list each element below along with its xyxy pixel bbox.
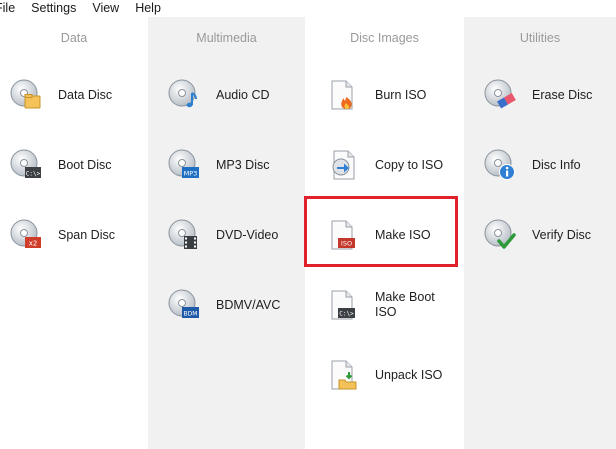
- disc-info-icon: [484, 149, 516, 181]
- bdmv-avc-button[interactable]: BDM BDMV/AVC: [168, 285, 280, 325]
- verify-disc-icon: [484, 219, 516, 251]
- boot-disc-label: Boot Disc: [58, 157, 112, 172]
- menu-help[interactable]: Help: [127, 0, 169, 17]
- copy-to-iso-label: Copy to ISO: [375, 157, 444, 172]
- svg-text:C:\>: C:\>: [26, 171, 41, 178]
- verify-disc-label: Verify Disc: [532, 227, 592, 242]
- multimedia-column-title: Multimedia: [196, 31, 257, 45]
- unpack-iso-button[interactable]: Unpack ISO: [327, 355, 442, 395]
- disc-info-button[interactable]: Disc Info: [484, 145, 581, 185]
- menu-file[interactable]: File: [0, 0, 23, 17]
- make-boot-iso-label: Make Boot ISO: [375, 290, 435, 319]
- copy-to-iso-icon: [327, 149, 359, 181]
- menu-settings[interactable]: Settings: [23, 0, 84, 17]
- disc-info-label: Disc Info: [532, 157, 581, 172]
- dvd-video-button[interactable]: DVD-Video: [168, 215, 278, 255]
- boot-disc-button[interactable]: C:\> Boot Disc: [10, 145, 112, 185]
- burn-iso-button[interactable]: Burn ISO: [327, 75, 426, 115]
- dvd-video-label: DVD-Video: [216, 227, 279, 242]
- span-disc-icon: x2: [10, 219, 42, 251]
- audio-cd-button[interactable]: Audio CD: [168, 75, 270, 115]
- data-column: Data Data Disc C:\> Boot Disc x2 Span Di…: [0, 17, 148, 449]
- make-boot-iso-button[interactable]: C:\> Make Boot ISO: [327, 285, 445, 325]
- bdmv-avc-label: BDMV/AVC: [216, 297, 281, 312]
- unpack-iso-label: Unpack ISO: [375, 367, 443, 382]
- verify-disc-button[interactable]: Verify Disc: [484, 215, 591, 255]
- erase-disc-label: Erase Disc: [532, 87, 593, 102]
- svg-text:BDM: BDM: [184, 311, 198, 318]
- dvd-video-icon: [168, 219, 200, 251]
- bdmv-avc-icon: BDM: [168, 289, 200, 321]
- svg-text:x2: x2: [29, 240, 38, 248]
- data-disc-label: Data Disc: [58, 87, 113, 102]
- make-boot-iso-icon: C:\>: [327, 289, 359, 321]
- menu-view[interactable]: View: [84, 0, 127, 17]
- boot-disc-icon: C:\>: [10, 149, 42, 181]
- mp3-disc-icon: MP3: [168, 149, 200, 181]
- data-disc-icon: [10, 79, 42, 111]
- erase-disc-button[interactable]: Erase Disc: [484, 75, 592, 115]
- span-disc-button[interactable]: x2 Span Disc: [10, 215, 115, 255]
- copy-to-iso-button[interactable]: Copy to ISO: [327, 145, 443, 185]
- audio-cd-icon: [168, 79, 200, 111]
- mp3-disc-button[interactable]: MP3 MP3 Disc: [168, 145, 269, 185]
- make-iso-highlight-box: [304, 196, 458, 267]
- burn-iso-label: Burn ISO: [375, 87, 427, 102]
- disc-images-column-title: Disc Images: [350, 31, 419, 45]
- erase-disc-icon: [484, 79, 516, 111]
- data-column-title: Data: [60, 31, 88, 45]
- utilities-column: Utilities Erase Disc Disc Info Verify Di…: [464, 17, 616, 449]
- mp3-disc-label: MP3 Disc: [216, 157, 270, 172]
- audio-cd-label: Audio CD: [216, 87, 270, 102]
- svg-text:MP3: MP3: [184, 170, 198, 178]
- data-disc-button[interactable]: Data Disc: [10, 75, 112, 115]
- span-disc-label: Span Disc: [58, 227, 115, 242]
- svg-text:C:\>: C:\>: [339, 311, 354, 318]
- utilities-column-title: Utilities: [519, 31, 561, 45]
- burn-iso-icon: [327, 79, 359, 111]
- multimedia-column: Multimedia Audio CD MP3 MP3 Disc DVD-Vid…: [148, 17, 305, 449]
- menu-bar: File Settings View Help: [0, 0, 616, 17]
- unpack-iso-icon: [327, 359, 359, 391]
